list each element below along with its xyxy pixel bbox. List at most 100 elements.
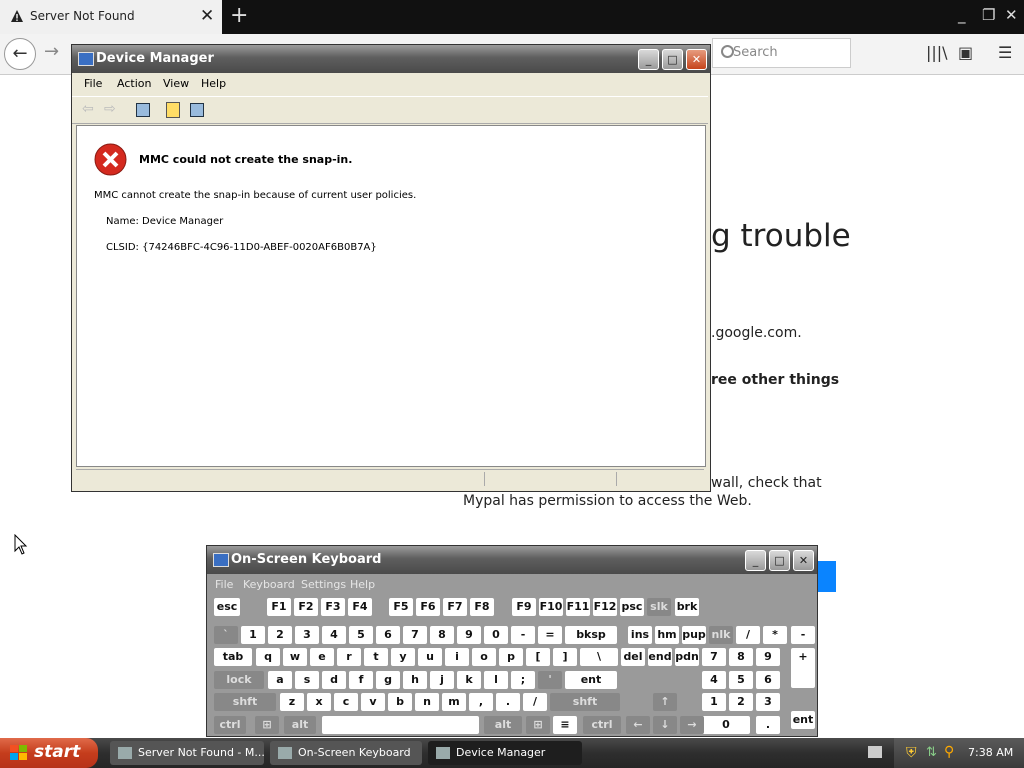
key-row1-1[interactable]: F1 [267,598,291,616]
key-row2-17[interactable]: nlk [709,626,733,644]
menu-file[interactable]: File [84,77,102,90]
key-row1-14[interactable]: slk [647,598,671,616]
key-row1-7[interactable]: F7 [443,598,467,616]
key-row3-20[interactable]: + [791,648,815,688]
key-row3-1[interactable]: q [256,648,280,666]
key-row4-11[interactable]: ' [538,671,562,689]
key-row1-4[interactable]: F4 [348,598,372,616]
key-row1-9[interactable]: F9 [512,598,536,616]
up-arrow-key-icon[interactable]: ↑ [653,693,677,711]
key-row2-10[interactable]: 0 [484,626,508,644]
key-row2-6[interactable]: 6 [376,626,400,644]
key-row4-8[interactable]: k [457,671,481,689]
network-icon[interactable]: ⇅ [926,745,937,760]
key-row1-8[interactable]: F8 [470,598,494,616]
key-row5-15[interactable]: ent [791,711,815,729]
back-arrow-icon[interactable]: ⇦ [82,101,94,117]
key-row3-14[interactable]: del [621,648,645,666]
key-row5-4[interactable]: v [361,693,385,711]
restore-icon[interactable]: ❐ [982,6,995,24]
windows-key-left-icon[interactable]: ⊞ [255,716,279,734]
key-row4-14[interactable]: 5 [729,671,753,689]
key-row3-9[interactable]: o [472,648,496,666]
key-row1-10[interactable]: F10 [539,598,563,616]
key-row1-0[interactable]: esc [214,598,240,616]
key-row5-10[interactable]: / [523,693,547,711]
key-row6-4[interactable]: 0 [702,716,750,734]
menu-view[interactable]: View [163,77,189,90]
application-key-icon[interactable]: ≡ [553,716,577,734]
key-row6-0[interactable]: ctrl [214,716,246,734]
key-row6-2[interactable]: alt [484,716,522,734]
key-row2-1[interactable]: 1 [241,626,265,644]
key-row4-13[interactable]: 4 [702,671,726,689]
key-row4-0[interactable]: lock [214,671,264,689]
key-row3-7[interactable]: u [418,648,442,666]
key-row4-4[interactable]: f [349,671,373,689]
key-row5-0[interactable]: shft [214,693,276,711]
keyboard-tray-icon[interactable] [868,746,882,758]
close-window-icon[interactable]: ✕ [1005,6,1018,24]
key-row2-2[interactable]: 2 [268,626,292,644]
key-row3-10[interactable]: p [499,648,523,666]
key-row1-6[interactable]: F6 [416,598,440,616]
key-row4-10[interactable]: ; [511,671,535,689]
back-button[interactable]: ← [4,38,36,70]
device-manager-titlebar[interactable]: Device Manager _ □ ✕ [72,45,710,73]
key-row3-15[interactable]: end [648,648,672,666]
key-row3-4[interactable]: r [337,648,361,666]
key-row1-2[interactable]: F2 [294,598,318,616]
close-button[interactable]: ✕ [686,49,707,70]
key-row3-13[interactable]: \ [580,648,618,666]
key-row1-12[interactable]: F12 [593,598,617,616]
minimize-icon[interactable]: _ [958,6,966,24]
key-row5-13[interactable]: 2 [729,693,753,711]
browser-tab[interactable]: Server Not Found ✕ [0,0,222,34]
key-row4-9[interactable]: l [484,671,508,689]
key-row2-19[interactable]: * [763,626,787,644]
key-row1-3[interactable]: F3 [321,598,345,616]
key-row3-11[interactable]: [ [526,648,550,666]
try-again-button[interactable] [818,561,836,592]
key-row2-18[interactable]: / [736,626,760,644]
key-row2-15[interactable]: hm [655,626,679,644]
key-row5-7[interactable]: m [442,693,466,711]
key-row5-5[interactable]: b [388,693,412,711]
space-bar[interactable] [322,716,479,734]
down-arrow-key-icon[interactable]: ↓ [653,716,677,734]
menu-icon[interactable]: ☰ [998,43,1012,62]
key-row2-16[interactable]: pup [682,626,706,644]
key-row2-0[interactable]: ` [214,626,238,644]
menu-action[interactable]: Action [117,77,151,90]
key-row3-5[interactable]: t [364,648,388,666]
key-row3-3[interactable]: e [310,648,334,666]
key-row2-12[interactable]: = [538,626,562,644]
key-row2-4[interactable]: 4 [322,626,346,644]
sidebar-icon[interactable]: ▣ [958,43,973,62]
key-row4-12[interactable]: ent [565,671,617,689]
key-row3-8[interactable]: i [445,648,469,666]
left-arrow-key-icon[interactable]: ← [626,716,650,734]
key-row3-0[interactable]: tab [214,648,252,666]
forward-button[interactable]: → [44,41,59,62]
key-row2-3[interactable]: 3 [295,626,319,644]
key-row5-9[interactable]: . [496,693,520,711]
library-icon[interactable]: |||\ [926,43,948,62]
properties-icon[interactable] [166,102,180,118]
key-row3-2[interactable]: w [283,648,307,666]
task-browser[interactable]: Server Not Found - M... [110,741,264,765]
close-tab-icon[interactable]: ✕ [200,6,214,26]
key-row4-2[interactable]: s [295,671,319,689]
key-row2-13[interactable]: bksp [565,626,617,644]
key-row3-17[interactable]: 7 [702,648,726,666]
key-row3-12[interactable]: ] [553,648,577,666]
key-row2-7[interactable]: 7 [403,626,427,644]
task-device-manager[interactable]: Device Manager [428,741,582,765]
key-row1-11[interactable]: F11 [566,598,590,616]
key-row5-2[interactable]: x [307,693,331,711]
key-row5-3[interactable]: c [334,693,358,711]
menu-help[interactable]: Help [201,77,226,90]
key-row5-14[interactable]: 3 [756,693,780,711]
key-row6-3[interactable]: ctrl [583,716,621,734]
key-row5-6[interactable]: n [415,693,439,711]
